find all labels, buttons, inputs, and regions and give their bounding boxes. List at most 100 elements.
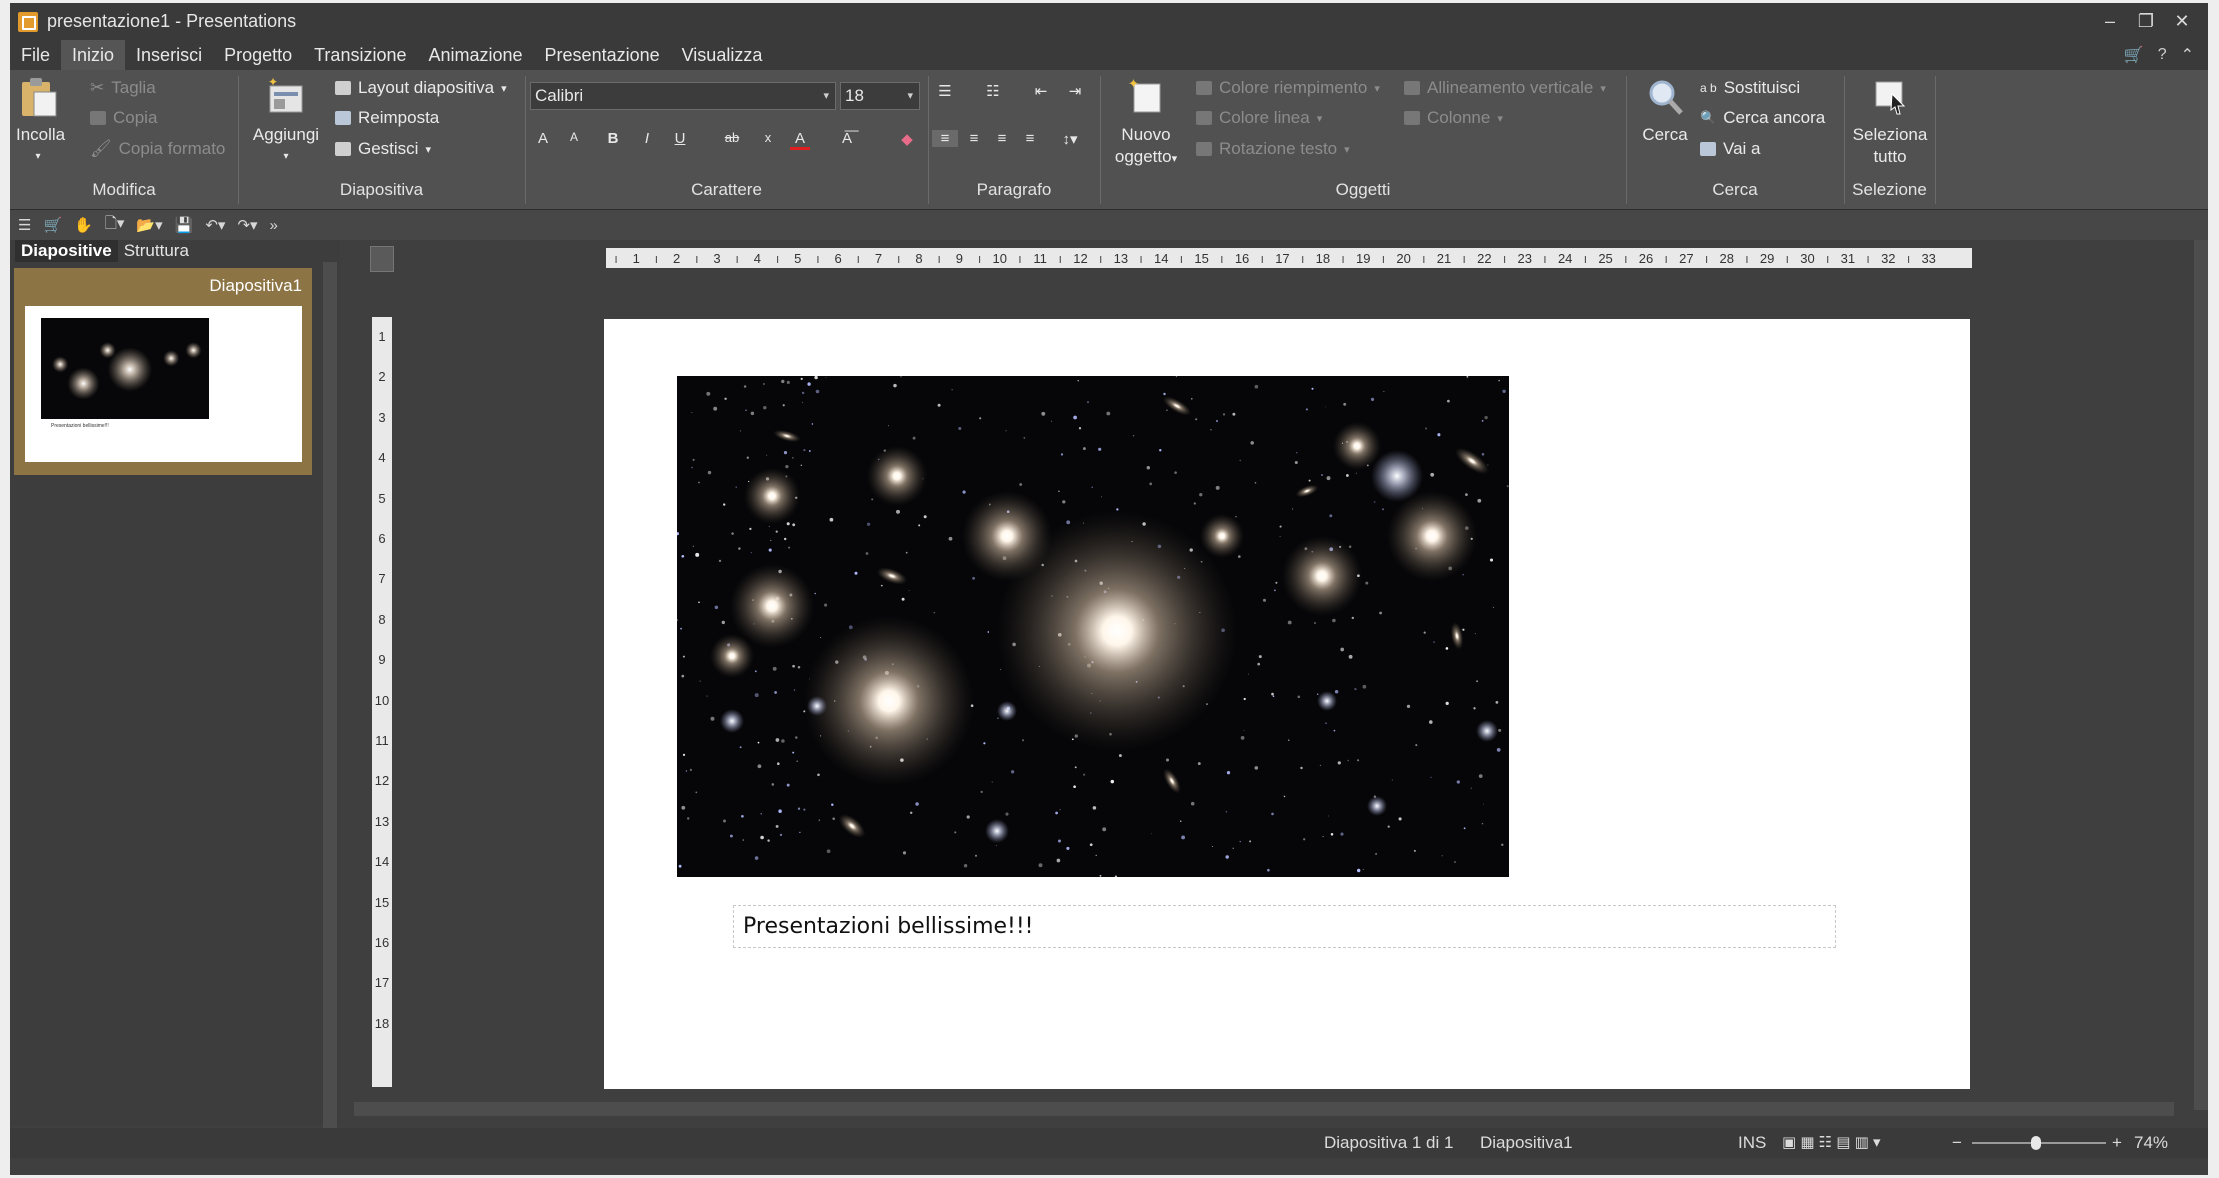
menu-visualizza[interactable]: Visualizza	[671, 40, 774, 70]
font-size-select[interactable]: 18 ▾	[840, 82, 920, 110]
line-spacing-icon[interactable]: ↕▾	[1052, 130, 1088, 148]
slide-text-box[interactable]: Presentazioni bellissime!!!	[733, 905, 1836, 948]
menu-inserisci[interactable]: Inserisci	[125, 40, 213, 70]
manage-slides-button[interactable]: Gestisci ▾	[335, 139, 431, 159]
shrink-font-icon[interactable]: A	[564, 130, 584, 144]
star	[1481, 822, 1484, 825]
layout-icon	[335, 81, 351, 95]
star	[692, 545, 694, 547]
menu-animazione[interactable]: Animazione	[417, 40, 533, 70]
menu-progetto[interactable]: Progetto	[213, 40, 303, 70]
redo-icon[interactable]: ↷▾	[237, 216, 257, 234]
star	[723, 819, 726, 823]
zoom-level[interactable]: 74%	[2134, 1128, 2168, 1158]
status-insert-mode[interactable]: INS	[1738, 1128, 1766, 1158]
strikethrough-icon[interactable]: ab	[722, 130, 742, 145]
search-button[interactable]: Cerca	[1634, 76, 1696, 146]
star	[1340, 832, 1344, 836]
reset-slide-button[interactable]: Reimposta	[335, 108, 439, 128]
new-document-icon[interactable]: 🗋▾	[105, 213, 125, 238]
replace-button[interactable]: a b Sostituisci	[1700, 78, 1800, 98]
goto-button[interactable]: Vai a	[1700, 139, 1761, 159]
ruler-label: 29	[1759, 250, 1775, 266]
add-slide-button[interactable]: ✦ Aggiungi ▾	[248, 75, 324, 168]
align-center-icon[interactable]: ≡	[964, 130, 984, 147]
text-rotation-button[interactable]: Rotazione testo ▾	[1196, 139, 1350, 159]
zoom-slider-thumb[interactable]	[2031, 1136, 2041, 1150]
cut-button[interactable]: ✂ Taglia	[90, 78, 156, 98]
bullet-list-icon[interactable]: ☰	[930, 82, 960, 100]
star	[1283, 795, 1286, 798]
decrease-indent-icon[interactable]: ⇤	[1026, 82, 1056, 100]
ruler-tick: ı	[896, 250, 901, 266]
more-tools-icon[interactable]: »	[270, 217, 278, 234]
align-left-icon[interactable]: ≡	[932, 130, 958, 147]
editor-scrollbar[interactable]	[2194, 240, 2208, 1110]
columns-button[interactable]: Colonne ▾	[1404, 108, 1503, 128]
vertical-align-button[interactable]: Allineamento verticale ▾	[1404, 78, 1606, 98]
vertical-ruler[interactable]: 1 2 3 4 5 6 7 8 9 10 11 12 13 14 15 16 17 18	[372, 317, 392, 1087]
menu-transizione[interactable]: Transizione	[303, 40, 417, 70]
fill-color-button[interactable]: Colore riempimento ▾	[1196, 78, 1380, 98]
text-effects-icon[interactable]: A͞	[837, 130, 857, 147]
ruler-tab-selector[interactable]	[370, 246, 394, 272]
galaxy-cluster-image[interactable]	[677, 376, 1509, 877]
editor-horizontal-scrollbar[interactable]	[354, 1102, 2174, 1116]
undo-icon[interactable]: ↶▾	[205, 216, 225, 234]
cart-icon[interactable]: 🛒	[43, 216, 62, 234]
tab-diapositive[interactable]: Diapositive	[15, 240, 118, 262]
horizontal-ruler[interactable]: ı 1 ı 2 ı 3 ı 4 ı 5 ı 6 ı 7 ı 8 ı 9 ı 10 ı 11 ı 12 ı 13 ı 14 ı 15 ı 16 ı…	[606, 248, 1972, 268]
align-right-icon[interactable]: ≡	[992, 130, 1012, 147]
star	[695, 552, 700, 557]
line-color-button[interactable]: Colore linea ▾	[1196, 108, 1322, 128]
star	[1106, 411, 1111, 416]
menu-presentazione[interactable]: Presentazione	[534, 40, 671, 70]
grow-font-icon[interactable]: A	[533, 130, 553, 147]
underline-icon[interactable]: U	[670, 130, 690, 147]
font-color-icon[interactable]: A	[790, 130, 810, 150]
ruler-tick: ı	[1341, 250, 1345, 266]
justify-icon[interactable]: ≡	[1020, 130, 1040, 147]
help-icon[interactable]: ?	[2158, 46, 2167, 64]
zoom-in-icon[interactable]: +	[2112, 1128, 2122, 1158]
menu-icon[interactable]: ☰	[18, 216, 31, 234]
panel-scrollbar[interactable]	[323, 262, 337, 1130]
menu-inizio[interactable]: Inizio	[61, 40, 126, 70]
menu-file[interactable]: File	[10, 40, 61, 70]
minimize-icon[interactable]: –	[2092, 11, 2128, 32]
paste-button[interactable]: Incolla ▾	[16, 76, 65, 168]
collapse-ribbon-icon[interactable]: ⌃	[2181, 45, 2194, 65]
new-object-button[interactable]: ✦ Nuovo oggetto▾	[1106, 76, 1186, 170]
save-icon[interactable]: 💾	[175, 216, 194, 234]
shop-icon[interactable]: 🛒	[2124, 45, 2144, 65]
ruler-label: 2	[378, 369, 386, 385]
slide-thumbnail[interactable]: Diapositiva1 Presentazioni bellissime!!!	[14, 268, 312, 475]
star	[771, 783, 775, 786]
zoom-slider[interactable]	[1972, 1136, 2106, 1150]
slide-layout-button[interactable]: Layout diapositiva ▾	[335, 78, 507, 98]
copy-button[interactable]: Copia	[90, 108, 157, 128]
restore-icon[interactable]: ❐	[2128, 11, 2164, 32]
slide-canvas[interactable]: Presentazioni bellissime!!!	[604, 319, 1970, 1089]
italic-icon[interactable]: I	[637, 130, 657, 147]
numbered-list-icon[interactable]: ☷	[978, 82, 1008, 100]
select-all-button[interactable]: Seleziona tutto	[1846, 76, 1934, 168]
find-next-button[interactable]: 🔍 Cerca ancora	[1700, 108, 1825, 128]
eraser-icon[interactable]: ◆	[897, 130, 917, 148]
star	[1297, 695, 1301, 699]
chevron-down-icon: ▾	[823, 90, 829, 102]
increase-indent-icon[interactable]: ⇥	[1060, 82, 1090, 100]
close-icon[interactable]: ✕	[2164, 11, 2200, 32]
copy-format-button[interactable]: 🖌 Copia formato	[90, 139, 225, 159]
hand-icon[interactable]: ✋	[74, 216, 93, 234]
view-mode-icons[interactable]: ▣ ▦ ☷ ▤ ▥ ▾	[1782, 1128, 1881, 1158]
font-family-select[interactable]: Calibri ▾	[530, 82, 836, 110]
clear-format-icon[interactable]: x	[758, 130, 778, 145]
zoom-out-icon[interactable]: −	[1952, 1128, 1962, 1158]
star	[1237, 555, 1241, 558]
tab-struttura[interactable]: Struttura	[118, 240, 195, 262]
star	[1074, 766, 1077, 769]
open-folder-icon[interactable]: 📂▾	[136, 216, 162, 234]
slides-panel: Diapositive Struttura Diapositiva1 Prese…	[10, 240, 340, 1130]
bold-icon[interactable]: B	[603, 130, 623, 147]
